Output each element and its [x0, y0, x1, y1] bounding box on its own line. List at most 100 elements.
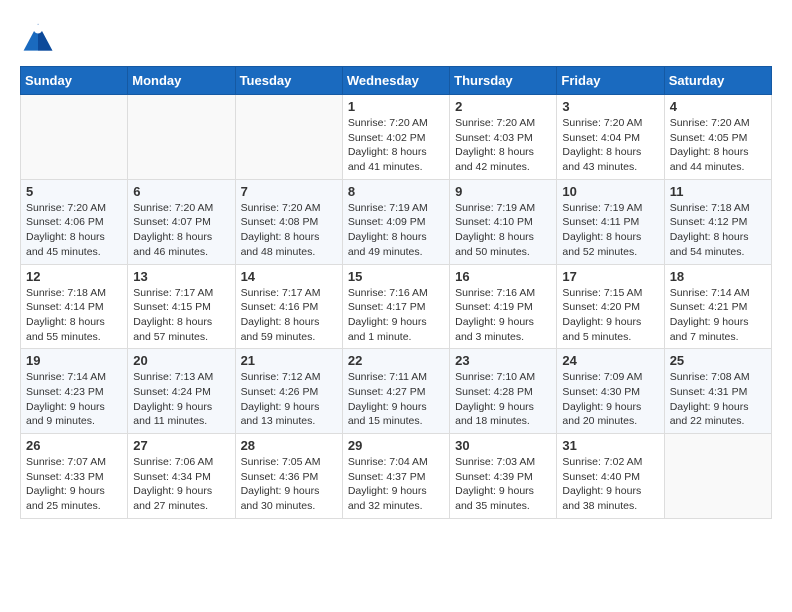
weekday-header-wednesday: Wednesday — [342, 67, 449, 95]
day-info: Sunrise: 7:04 AM Sunset: 4:37 PM Dayligh… — [348, 455, 444, 514]
weekday-header-monday: Monday — [128, 67, 235, 95]
calendar-cell — [235, 95, 342, 180]
calendar-table: SundayMondayTuesdayWednesdayThursdayFrid… — [20, 66, 772, 519]
day-info: Sunrise: 7:06 AM Sunset: 4:34 PM Dayligh… — [133, 455, 229, 514]
day-info: Sunrise: 7:20 AM Sunset: 4:02 PM Dayligh… — [348, 116, 444, 175]
day-info: Sunrise: 7:20 AM Sunset: 4:04 PM Dayligh… — [562, 116, 658, 175]
calendar-cell: 26 Sunrise: 7:07 AM Sunset: 4:33 PM Dayli… — [21, 434, 128, 519]
calendar-cell: 12Sunrise: 7:18 AM Sunset: 4:14 PM Dayli… — [21, 264, 128, 349]
logo — [20, 20, 62, 56]
calendar-cell: 17Sunrise: 7:15 AM Sunset: 4:20 PM Dayli… — [557, 264, 664, 349]
calendar-cell: 31 Sunrise: 7:02 AM Sunset: 4:40 PM Dayli… — [557, 434, 664, 519]
calendar-cell: 19Sunrise: 7:14 AM Sunset: 4:23 PM Dayli… — [21, 349, 128, 434]
day-number: 12 — [26, 269, 122, 284]
day-number: 16 — [455, 269, 551, 284]
day-info: Sunrise: 7:17 AM Sunset: 4:16 PM Dayligh… — [241, 286, 337, 345]
day-number: 21 — [241, 353, 337, 368]
calendar-cell: 22 Sunrise: 7:11 AM Sunset: 4:27 PM Dayli… — [342, 349, 449, 434]
day-number: 22 — [348, 353, 444, 368]
calendar-week-3: 12Sunrise: 7:18 AM Sunset: 4:14 PM Dayli… — [21, 264, 772, 349]
day-info: Sunrise: 7:09 AM Sunset: 4:30 PM Dayligh… — [562, 370, 658, 429]
day-number: 26 — [26, 438, 122, 453]
calendar-week-4: 19Sunrise: 7:14 AM Sunset: 4:23 PM Dayli… — [21, 349, 772, 434]
day-info: Sunrise: 7:02 AM Sunset: 4:40 PM Dayligh… — [562, 455, 658, 514]
calendar-cell: 5 Sunrise: 7:20 AM Sunset: 4:06 PM Daylig… — [21, 179, 128, 264]
weekday-header-friday: Friday — [557, 67, 664, 95]
day-number: 3 — [562, 99, 658, 114]
calendar-week-1: 1 Sunrise: 7:20 AM Sunset: 4:02 PM Daylig… — [21, 95, 772, 180]
day-info: Sunrise: 7:20 AM Sunset: 4:06 PM Dayligh… — [26, 201, 122, 260]
day-info: Sunrise: 7:07 AM Sunset: 4:33 PM Dayligh… — [26, 455, 122, 514]
calendar-cell: 6 Sunrise: 7:20 AM Sunset: 4:07 PM Daylig… — [128, 179, 235, 264]
calendar-cell — [21, 95, 128, 180]
calendar-cell: 9 Sunrise: 7:19 AM Sunset: 4:10 PM Daylig… — [450, 179, 557, 264]
day-number: 19 — [26, 353, 122, 368]
day-number: 24 — [562, 353, 658, 368]
day-info: Sunrise: 7:15 AM Sunset: 4:20 PM Dayligh… — [562, 286, 658, 345]
day-number: 5 — [26, 184, 122, 199]
day-info: Sunrise: 7:19 AM Sunset: 4:09 PM Dayligh… — [348, 201, 444, 260]
day-number: 9 — [455, 184, 551, 199]
calendar-cell: 18 Sunrise: 7:14 AM Sunset: 4:21 PM Dayli… — [664, 264, 771, 349]
logo-icon — [20, 20, 56, 56]
day-info: Sunrise: 7:14 AM Sunset: 4:21 PM Dayligh… — [670, 286, 766, 345]
calendar-cell: 15 Sunrise: 7:16 AM Sunset: 4:17 PM Dayli… — [342, 264, 449, 349]
calendar-cell: 4 Sunrise: 7:20 AM Sunset: 4:05 PM Daylig… — [664, 95, 771, 180]
day-info: Sunrise: 7:08 AM Sunset: 4:31 PM Dayligh… — [670, 370, 766, 429]
calendar-cell: 16Sunrise: 7:16 AM Sunset: 4:19 PM Dayli… — [450, 264, 557, 349]
weekday-header-saturday: Saturday — [664, 67, 771, 95]
day-info: Sunrise: 7:20 AM Sunset: 4:03 PM Dayligh… — [455, 116, 551, 175]
day-number: 27 — [133, 438, 229, 453]
day-number: 23 — [455, 353, 551, 368]
calendar-cell: 27 Sunrise: 7:06 AM Sunset: 4:34 PM Dayli… — [128, 434, 235, 519]
day-info: Sunrise: 7:20 AM Sunset: 4:07 PM Dayligh… — [133, 201, 229, 260]
day-number: 28 — [241, 438, 337, 453]
day-info: Sunrise: 7:13 AM Sunset: 4:24 PM Dayligh… — [133, 370, 229, 429]
calendar-cell: 14 Sunrise: 7:17 AM Sunset: 4:16 PM Dayli… — [235, 264, 342, 349]
calendar-cell: 28 Sunrise: 7:05 AM Sunset: 4:36 PM Dayli… — [235, 434, 342, 519]
day-number: 18 — [670, 269, 766, 284]
day-number: 10 — [562, 184, 658, 199]
day-info: Sunrise: 7:11 AM Sunset: 4:27 PM Dayligh… — [348, 370, 444, 429]
day-number: 20 — [133, 353, 229, 368]
day-number: 6 — [133, 184, 229, 199]
day-number: 7 — [241, 184, 337, 199]
day-info: Sunrise: 7:17 AM Sunset: 4:15 PM Dayligh… — [133, 286, 229, 345]
calendar-cell: 21 Sunrise: 7:12 AM Sunset: 4:26 PM Dayli… — [235, 349, 342, 434]
day-number: 13 — [133, 269, 229, 284]
calendar-cell: 13 Sunrise: 7:17 AM Sunset: 4:15 PM Dayli… — [128, 264, 235, 349]
calendar-cell — [664, 434, 771, 519]
weekday-header-sunday: Sunday — [21, 67, 128, 95]
day-number: 30 — [455, 438, 551, 453]
day-number: 1 — [348, 99, 444, 114]
weekday-header-tuesday: Tuesday — [235, 67, 342, 95]
page-header — [20, 20, 772, 56]
day-number: 15 — [348, 269, 444, 284]
day-info: Sunrise: 7:19 AM Sunset: 4:11 PM Dayligh… — [562, 201, 658, 260]
calendar-cell: 3 Sunrise: 7:20 AM Sunset: 4:04 PM Daylig… — [557, 95, 664, 180]
day-number: 31 — [562, 438, 658, 453]
day-number: 4 — [670, 99, 766, 114]
calendar-week-2: 5 Sunrise: 7:20 AM Sunset: 4:06 PM Daylig… — [21, 179, 772, 264]
day-info: Sunrise: 7:20 AM Sunset: 4:05 PM Dayligh… — [670, 116, 766, 175]
day-info: Sunrise: 7:05 AM Sunset: 4:36 PM Dayligh… — [241, 455, 337, 514]
day-number: 2 — [455, 99, 551, 114]
calendar-cell — [128, 95, 235, 180]
day-info: Sunrise: 7:16 AM Sunset: 4:17 PM Dayligh… — [348, 286, 444, 345]
day-info: Sunrise: 7:18 AM Sunset: 4:12 PM Dayligh… — [670, 201, 766, 260]
calendar-cell: 1 Sunrise: 7:20 AM Sunset: 4:02 PM Daylig… — [342, 95, 449, 180]
calendar-cell: 23 Sunrise: 7:10 AM Sunset: 4:28 PM Dayli… — [450, 349, 557, 434]
calendar-cell: 11Sunrise: 7:18 AM Sunset: 4:12 PM Dayli… — [664, 179, 771, 264]
day-info: Sunrise: 7:20 AM Sunset: 4:08 PM Dayligh… — [241, 201, 337, 260]
day-number: 8 — [348, 184, 444, 199]
calendar-cell: 29Sunrise: 7:04 AM Sunset: 4:37 PM Dayli… — [342, 434, 449, 519]
day-info: Sunrise: 7:19 AM Sunset: 4:10 PM Dayligh… — [455, 201, 551, 260]
day-number: 25 — [670, 353, 766, 368]
calendar-cell: 24 Sunrise: 7:09 AM Sunset: 4:30 PM Dayli… — [557, 349, 664, 434]
weekday-header-row: SundayMondayTuesdayWednesdayThursdayFrid… — [21, 67, 772, 95]
calendar-week-5: 26 Sunrise: 7:07 AM Sunset: 4:33 PM Dayli… — [21, 434, 772, 519]
day-info: Sunrise: 7:12 AM Sunset: 4:26 PM Dayligh… — [241, 370, 337, 429]
day-number: 14 — [241, 269, 337, 284]
day-info: Sunrise: 7:10 AM Sunset: 4:28 PM Dayligh… — [455, 370, 551, 429]
calendar-cell: 25 Sunrise: 7:08 AM Sunset: 4:31 PM Dayli… — [664, 349, 771, 434]
